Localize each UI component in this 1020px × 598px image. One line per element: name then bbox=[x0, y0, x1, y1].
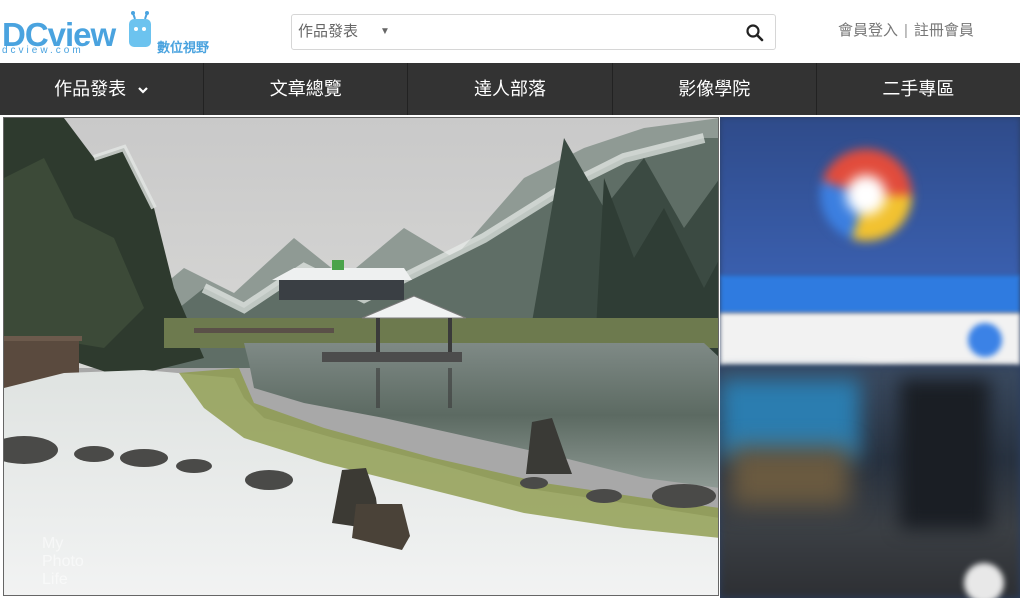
login-link[interactable]: 會員登入 bbox=[838, 22, 898, 39]
ad-title-band bbox=[720, 275, 1020, 313]
nav-item-label: 達人部落 bbox=[474, 79, 546, 99]
nav-item-label: 作品發表 bbox=[54, 79, 127, 99]
account-links: 會員登入 | 註冊會員 bbox=[838, 19, 974, 40]
site-header: DCview dcview.com 數位視野 作品發表 ▼ 會員登入 | 註冊會員 bbox=[0, 0, 1020, 63]
chevron-down-icon bbox=[138, 87, 148, 94]
caret-down-icon[interactable]: ▼ bbox=[380, 15, 390, 49]
search-input[interactable] bbox=[402, 19, 722, 45]
logo-chinese-name: 數位視野 bbox=[157, 40, 210, 55]
ad-logo-center bbox=[846, 175, 886, 215]
nav-item-works[interactable]: 作品發表 bbox=[0, 63, 205, 115]
side-advertisement[interactable] bbox=[720, 117, 1020, 598]
featured-photo-image: My Photo Life bbox=[4, 118, 718, 595]
site-logo[interactable]: DCview dcview.com 數位視野 bbox=[0, 8, 215, 56]
ad-action-button[interactable] bbox=[968, 323, 1002, 357]
ad-image-shape bbox=[900, 379, 990, 529]
logo-domain: dcview.com bbox=[2, 45, 84, 56]
photo-watermark: My bbox=[42, 535, 63, 552]
robot-icon bbox=[129, 11, 151, 47]
ad-corner-button[interactable] bbox=[964, 563, 1004, 598]
nav-item-secondhand[interactable]: 二手專區 bbox=[817, 63, 1020, 115]
account-separator: | bbox=[904, 22, 908, 39]
nav-item-label: 二手專區 bbox=[882, 79, 955, 99]
nav-item-label: 影像學院 bbox=[678, 79, 751, 99]
photo-watermark: Photo bbox=[42, 553, 84, 570]
nav-item-label: 文章總覽 bbox=[269, 79, 342, 99]
register-link[interactable]: 註冊會員 bbox=[914, 22, 974, 39]
nav-item-articles[interactable]: 文章總覽 bbox=[204, 63, 409, 115]
search-category-select[interactable]: 作品發表 bbox=[298, 15, 358, 49]
nav-item-academy[interactable]: 影像學院 bbox=[613, 63, 817, 115]
ad-image-shape bbox=[730, 447, 850, 507]
nav-item-blogs[interactable]: 達人部落 bbox=[408, 63, 613, 115]
featured-photo[interactable]: My Photo Life bbox=[3, 117, 719, 596]
search-bar: 作品發表 ▼ bbox=[291, 14, 776, 50]
photo-watermark: Life bbox=[42, 571, 68, 588]
main-nav: 作品發表 文章總覽 達人部落 影像學院 二手專區 bbox=[0, 63, 1020, 115]
search-icon[interactable] bbox=[745, 23, 765, 43]
